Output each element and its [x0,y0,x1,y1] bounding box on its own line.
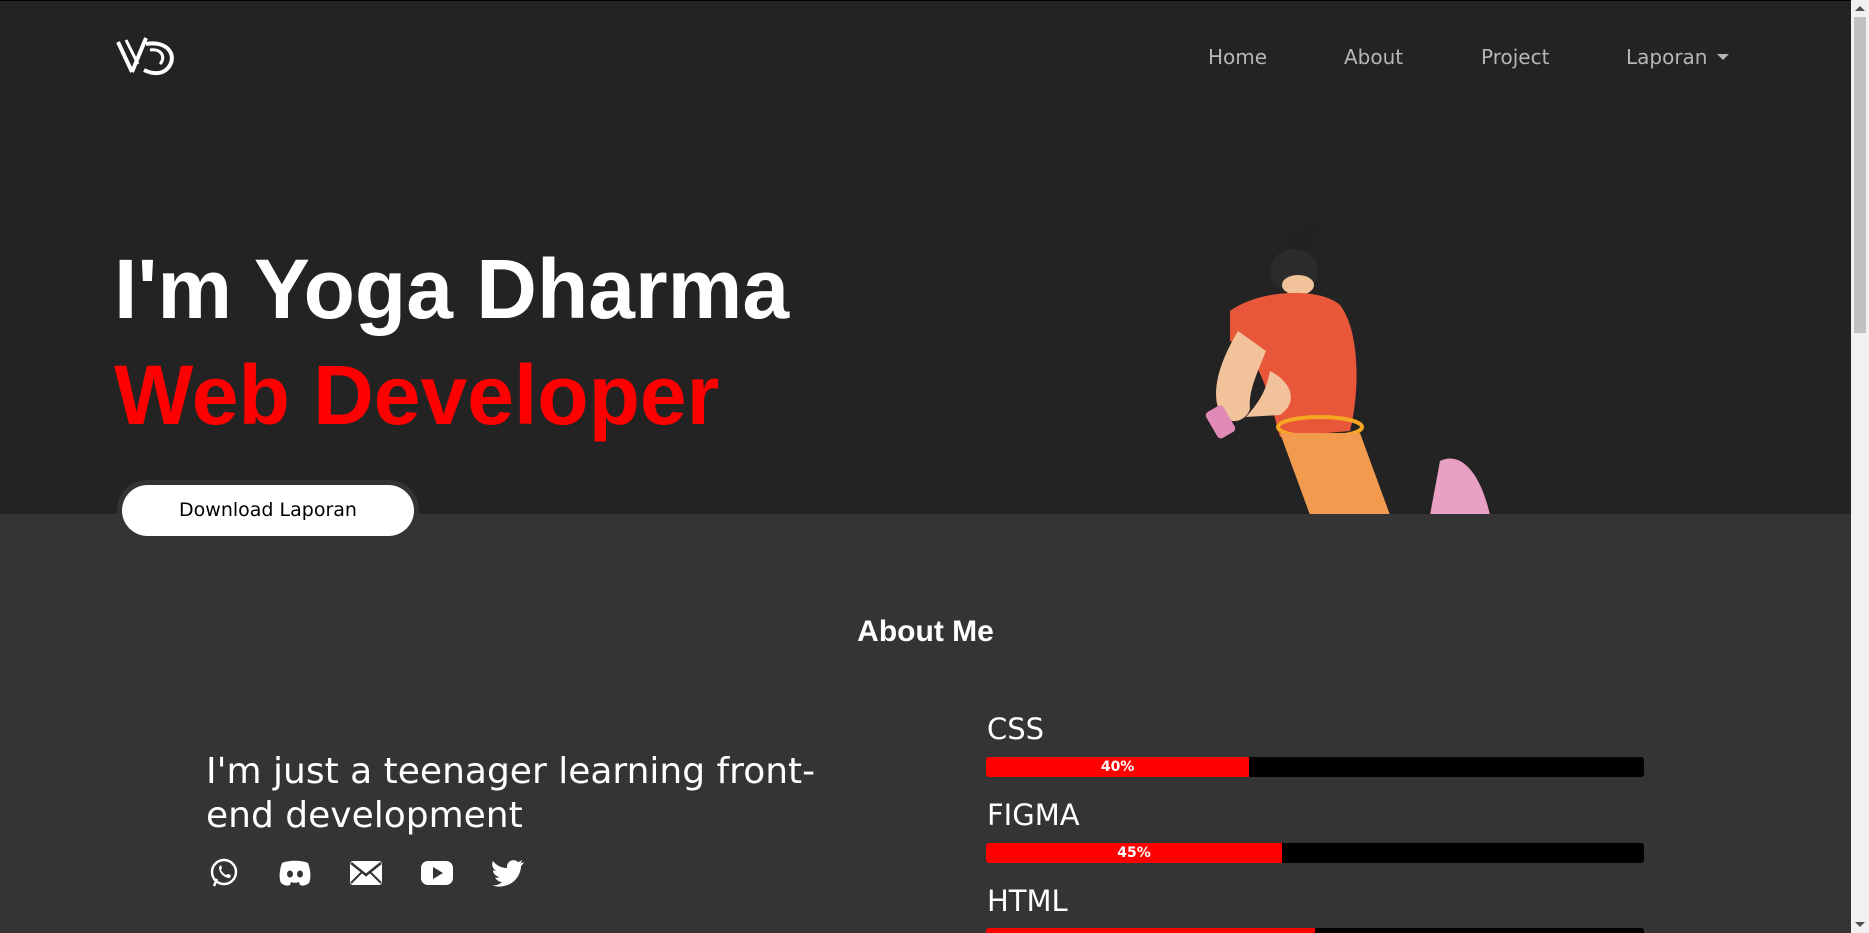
3d-character-illustration [1205,219,1490,515]
nav-about[interactable]: About [1344,45,1403,69]
skill-bar-html [986,928,1644,933]
page: Home About Project Laporan I'm Yoga Dhar… [0,0,1869,933]
nav-home[interactable]: Home [1208,45,1267,69]
skill-label-html: HTML [987,884,1068,918]
whatsapp-icon[interactable] [206,855,242,891]
scroll-up-arrow-icon[interactable] [1855,6,1865,11]
skill-label-css: CSS [987,712,1045,746]
nav-laporan-label: Laporan [1626,45,1708,69]
scrollbar-thumb[interactable] [1854,17,1866,333]
hero-subtitle: Web Developer [114,348,720,442]
nav-laporan-dropdown[interactable]: Laporan [1626,45,1730,69]
twitter-icon[interactable] [490,855,526,891]
about-tagline: I'm just a teenager learning front-end d… [206,751,816,836]
scroll-down-arrow-icon[interactable] [1855,922,1865,927]
vertical-scrollbar[interactable] [1851,0,1869,933]
skill-label-figma: FIGMA [987,798,1080,832]
about-title: About Me [857,615,994,648]
download-button-label: Download Laporan [122,484,414,536]
skill-bar-fill: 45% [986,843,1283,863]
logo-icon[interactable] [116,34,178,78]
caret-down-icon [1717,53,1730,60]
skill-bar-figma: 45% [986,843,1644,863]
skill-bar-fill [986,928,1315,933]
social-links [206,855,526,891]
youtube-icon[interactable] [419,855,455,891]
skill-bar-css: 40% [986,757,1644,777]
download-button[interactable]: Download Laporan [117,480,419,540]
skill-bar-fill: 40% [986,757,1250,777]
mail-icon[interactable] [348,855,384,891]
nav-project[interactable]: Project [1481,45,1549,69]
hero-section: Home About Project Laporan I'm Yoga Dhar… [0,0,1851,515]
discord-icon[interactable] [277,855,313,891]
hero-title: I'm Yoga Dharma [114,242,790,336]
